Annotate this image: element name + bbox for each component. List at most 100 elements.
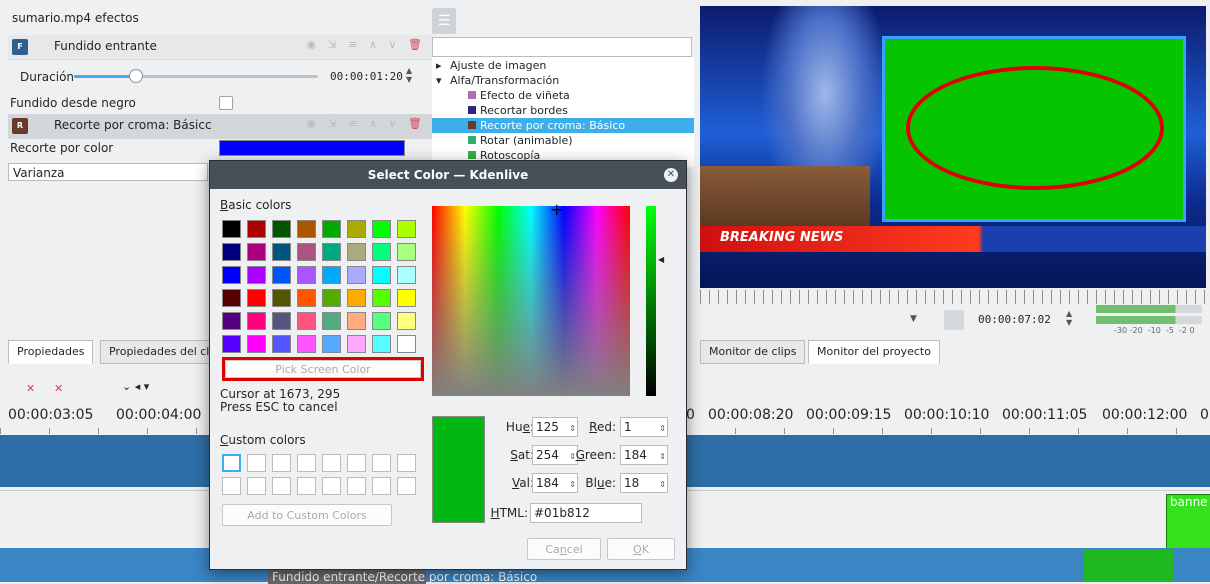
custom-color-swatch[interactable] (347, 477, 366, 495)
basic-color-swatch[interactable] (347, 266, 366, 284)
blue-spinbox[interactable]: 18 ⇕ (620, 473, 668, 493)
basic-color-swatch[interactable] (372, 335, 391, 353)
basic-color-swatch[interactable] (297, 220, 316, 238)
tree-item[interactable]: Recortar bordes (432, 103, 694, 118)
basic-color-swatch[interactable] (372, 289, 391, 307)
basic-color-swatch[interactable] (247, 220, 266, 238)
custom-color-swatch[interactable] (322, 454, 341, 472)
add-custom-colors-button[interactable]: Add to Custom Colors (222, 504, 392, 526)
spin-arrows-icon[interactable]: ⇕ (659, 448, 666, 466)
basic-color-swatch[interactable] (297, 335, 316, 353)
monitor-preview[interactable]: BREAKING NEWS (700, 6, 1206, 288)
basic-color-swatch[interactable] (322, 289, 341, 307)
basic-color-swatch[interactable] (397, 243, 416, 261)
delete-effect-icon[interactable]: 🗑 (408, 38, 426, 51)
basic-color-swatch[interactable] (347, 312, 366, 330)
tree-item[interactable]: ▸ Ajuste de imagen (432, 58, 694, 73)
basic-color-swatch[interactable] (222, 243, 241, 261)
green-spinbox[interactable]: 184 ⇕ (620, 445, 668, 465)
delete-effect-icon[interactable]: 🗑 (408, 117, 426, 130)
value-slider[interactable] (646, 206, 656, 396)
tab-clip-monitor[interactable]: Monitor de clips (700, 340, 806, 364)
basic-color-swatch[interactable] (347, 289, 366, 307)
html-color-input[interactable]: #01b812 (530, 503, 642, 523)
basic-color-swatch[interactable] (397, 312, 416, 330)
key-color-swatch[interactable] (219, 140, 405, 156)
basic-color-swatch[interactable] (397, 289, 416, 307)
custom-color-swatch[interactable] (397, 477, 416, 495)
basic-color-swatch[interactable] (297, 243, 316, 261)
custom-color-swatch[interactable] (247, 454, 266, 472)
basic-color-swatch[interactable] (222, 266, 241, 284)
duration-timecode[interactable]: 00:00:01:20 (330, 70, 403, 83)
custom-color-swatch[interactable] (347, 454, 366, 472)
basic-color-swatch[interactable] (322, 335, 341, 353)
tree-item[interactable]: ▾ Alfa/Transformación (432, 73, 694, 88)
custom-color-swatch[interactable] (297, 454, 316, 472)
spin-arrows-icon[interactable]: ⇕ (659, 420, 666, 438)
basic-color-swatch[interactable] (247, 335, 266, 353)
chevron-down-icon[interactable]: ⌄ ◂ ▾ (122, 380, 149, 393)
basic-color-swatch[interactable] (372, 312, 391, 330)
basic-color-swatch[interactable] (347, 220, 366, 238)
custom-color-swatch[interactable] (372, 477, 391, 495)
basic-color-swatch[interactable] (247, 312, 266, 330)
pick-screen-color-button[interactable]: Pick Screen Color (225, 360, 421, 378)
basic-color-swatch[interactable] (272, 312, 291, 330)
basic-color-swatch[interactable] (347, 335, 366, 353)
basic-color-swatch[interactable] (222, 312, 241, 330)
hue-saturation-picker[interactable]: + (432, 202, 630, 396)
custom-color-swatch[interactable] (272, 454, 291, 472)
monitor-ruler[interactable] (700, 290, 1206, 304)
menu-icon[interactable]: ☰ (432, 8, 456, 34)
basic-color-swatch[interactable] (222, 220, 241, 238)
close-icon[interactable]: ✕ (54, 382, 63, 395)
effect-header-fade-in[interactable]: F Fundido entrante ◉ ⇲ ≡ ∧ ∨ 🗑 (8, 35, 432, 60)
close-icon[interactable]: ✕ (26, 382, 35, 395)
custom-color-swatch[interactable] (222, 454, 241, 472)
duration-slider-handle[interactable] (129, 69, 143, 83)
custom-color-swatch[interactable] (372, 454, 391, 472)
basic-color-swatch[interactable] (247, 243, 266, 261)
basic-color-swatch[interactable] (322, 312, 341, 330)
duration-spin-arrows[interactable]: ▲ ▼ (406, 66, 412, 84)
tab-project-monitor[interactable]: Monitor del proyecto (808, 340, 940, 364)
basic-color-swatch[interactable] (222, 289, 241, 307)
tree-item-selected[interactable]: Recorte por croma: Básico (432, 118, 694, 133)
tree-item[interactable]: Rotar (animable) (432, 133, 694, 148)
basic-color-swatch[interactable] (297, 266, 316, 284)
zone-icon[interactable] (944, 310, 964, 330)
basic-color-swatch[interactable] (272, 289, 291, 307)
basic-color-swatch[interactable] (222, 335, 241, 353)
custom-color-swatch[interactable] (272, 477, 291, 495)
custom-color-swatch[interactable] (297, 477, 316, 495)
green-clip[interactable] (1084, 550, 1174, 582)
custom-color-swatch[interactable] (397, 454, 416, 472)
ok-button[interactable]: OK (607, 538, 675, 560)
chevron-down-icon[interactable]: ▼ (910, 314, 917, 324)
monitor-timecode[interactable]: 00:00:07:02 (978, 313, 1051, 326)
basic-color-swatch[interactable] (322, 243, 341, 261)
timecode-spin-arrows[interactable]: ▲ ▼ (1066, 309, 1072, 327)
effect-header-chroma-key[interactable]: R Recorte por croma: Básicc ◉ ⇲ ≡ ∧ ∨ 🗑 (8, 114, 432, 139)
basic-color-swatch[interactable] (322, 220, 341, 238)
effect-toolbar-icons[interactable]: ◉ ⇲ ≡ ∧ ∨ 🗑 (306, 38, 426, 51)
basic-color-swatch[interactable] (272, 335, 291, 353)
effects-search-input[interactable] (432, 37, 692, 57)
basic-color-swatch[interactable] (272, 220, 291, 238)
custom-color-swatch[interactable] (247, 477, 266, 495)
spin-arrows-icon[interactable]: ⇕ (659, 476, 666, 494)
basic-color-swatch[interactable] (272, 243, 291, 261)
basic-color-swatch[interactable] (297, 312, 316, 330)
tab-properties[interactable]: Propiedades (8, 340, 94, 364)
basic-color-swatch[interactable] (347, 243, 366, 261)
close-icon[interactable]: ✕ (664, 168, 678, 182)
custom-color-swatch[interactable] (322, 477, 341, 495)
basic-color-swatch[interactable] (272, 266, 291, 284)
basic-color-swatch[interactable] (397, 220, 416, 238)
variance-field[interactable]: Varianza (8, 163, 208, 181)
basic-color-swatch[interactable] (372, 220, 391, 238)
basic-color-swatch[interactable] (397, 335, 416, 353)
basic-color-swatch[interactable] (247, 266, 266, 284)
basic-color-swatch[interactable] (397, 266, 416, 284)
